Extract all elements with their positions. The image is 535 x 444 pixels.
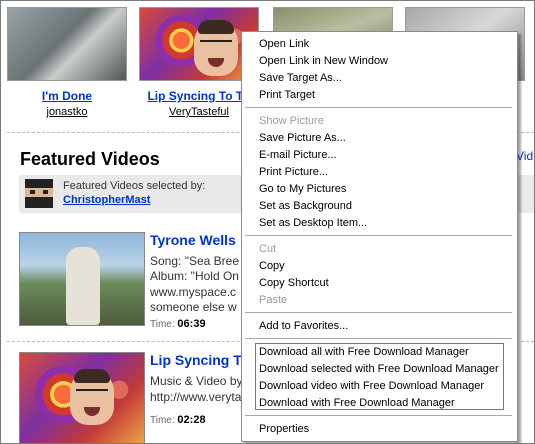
video-duration: Time: 02:28 <box>150 414 206 426</box>
video-title-link[interactable]: I'm Done <box>7 89 127 103</box>
menu-item-save-target-as[interactable]: Save Target As... <box>259 72 342 85</box>
menu-item-add-to-favorites[interactable]: Add to Favorites... <box>259 320 348 333</box>
video-description-line: Album: "Hold On <box>150 269 239 283</box>
menu-separator <box>245 415 512 416</box>
menu-item-paste[interactable]: Paste <box>259 294 287 307</box>
top-video-card: I'm Done jonastko <box>7 7 127 118</box>
video-description-line: Music & Video by <box>150 374 243 388</box>
menu-item-cut[interactable]: Cut <box>259 243 276 256</box>
menu-item-email-picture[interactable]: E-mail Picture... <box>259 149 337 162</box>
menu-separator <box>245 235 512 236</box>
menu-item-print-picture[interactable]: Print Picture... <box>259 166 328 179</box>
menu-item-download-selected-fdm[interactable]: Download selected with Free Download Man… <box>259 363 499 376</box>
selected-by-label: Featured Videos selected by: <box>63 180 206 192</box>
menu-item-download-fdm[interactable]: Download with Free Download Manager <box>259 397 455 410</box>
avatar[interactable] <box>25 179 53 208</box>
time-label: Time: <box>150 319 175 330</box>
video-title-link[interactable]: Lip Syncing T <box>150 352 242 368</box>
video-description-line: http://www.veryta <box>150 390 242 404</box>
side-link[interactable]: Vid <box>516 149 533 163</box>
video-duration: Time: 06:39 <box>150 318 206 330</box>
menu-item-set-as-desktop-item[interactable]: Set as Desktop Item... <box>259 217 367 230</box>
video-user-link[interactable]: jonastko <box>7 106 127 118</box>
video-thumbnail[interactable] <box>19 352 145 443</box>
time-label: Time: <box>150 415 175 426</box>
video-title-link[interactable]: Tyrone Wells <box>150 232 236 248</box>
time-value: 02:28 <box>177 414 206 426</box>
menu-item-set-as-background[interactable]: Set as Background <box>259 200 352 213</box>
menu-item-copy[interactable]: Copy <box>259 260 285 273</box>
menu-item-download-video-fdm[interactable]: Download video with Free Download Manage… <box>259 380 484 393</box>
menu-separator <box>245 312 512 313</box>
browser-page: I'm Done jonastko Lip Syncing To Th Very… <box>0 0 535 444</box>
menu-separator <box>245 338 512 339</box>
menu-item-copy-shortcut[interactable]: Copy Shortcut <box>259 277 329 290</box>
video-description-line: Song: "Sea Bree <box>150 254 239 268</box>
video-thumbnail[interactable] <box>19 232 145 326</box>
context-menu: Open Link Open Link in New Window Save T… <box>241 31 518 442</box>
menu-item-download-all-fdm[interactable]: Download all with Free Download Manager <box>259 346 469 359</box>
video-description-line: someone else w <box>150 300 237 314</box>
menu-separator <box>245 107 512 108</box>
menu-item-go-to-my-pictures[interactable]: Go to My Pictures <box>259 183 346 196</box>
menu-item-show-picture[interactable]: Show Picture <box>259 115 324 128</box>
time-value: 06:39 <box>177 318 206 330</box>
video-description-line: www.myspace.c <box>150 285 237 299</box>
menu-item-save-picture-as[interactable]: Save Picture As... <box>259 132 346 145</box>
menu-item-print-target[interactable]: Print Target <box>259 89 315 102</box>
menu-item-properties[interactable]: Properties <box>259 423 309 436</box>
video-thumbnail[interactable] <box>7 7 127 81</box>
menu-item-open-link-new-window[interactable]: Open Link in New Window <box>259 55 388 68</box>
selected-by-user-link[interactable]: ChristopherMast <box>63 194 150 206</box>
section-title: Featured Videos <box>20 149 160 169</box>
menu-item-open-link[interactable]: Open Link <box>259 38 309 51</box>
